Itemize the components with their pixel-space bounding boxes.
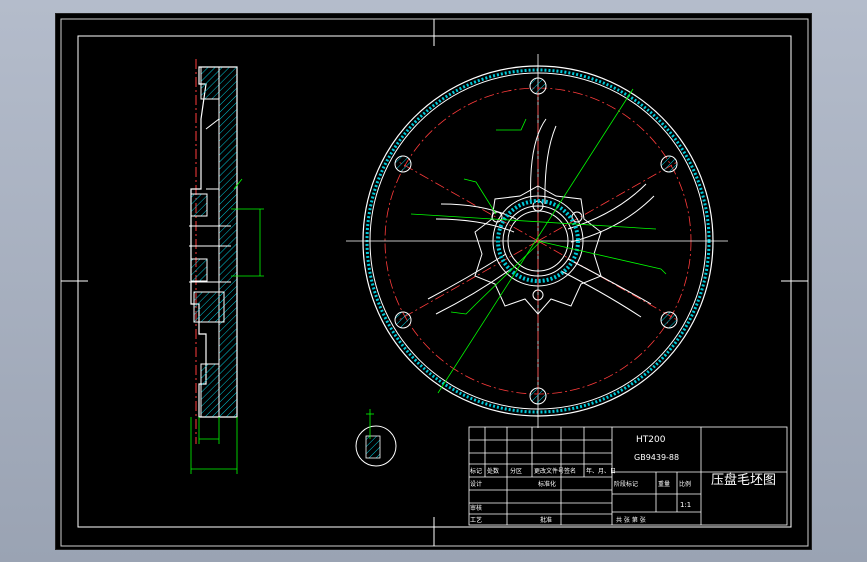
tb-standardization: 标准化 <box>538 480 556 488</box>
title-block-text: HT200 GB9439-88 压盘毛坯图 1:1 标记 处数 分区 更改文件号… <box>470 435 776 524</box>
scale-text: 1:1 <box>680 501 691 509</box>
side-section-view <box>189 59 264 474</box>
front-view <box>346 54 728 428</box>
tb-mark: 标记 <box>470 467 482 475</box>
standard-text: GB9439-88 <box>634 453 679 462</box>
tb-sheets: 共 张 第 张 <box>616 516 646 524</box>
tb-weight: 重量 <box>658 480 670 488</box>
tb-review: 审核 <box>470 504 482 512</box>
tb-ratio: 比例 <box>679 480 691 488</box>
sheet-outer-border <box>60 18 809 547</box>
tb-designer: 设计 <box>470 480 482 488</box>
tb-change-doc: 更改文件号 <box>534 467 564 475</box>
tb-count: 处数 <box>487 467 499 475</box>
tb-approve: 批准 <box>540 516 552 524</box>
tb-stage: 阶段标记 <box>614 480 638 488</box>
tb-date: 年、月、日 <box>586 467 616 475</box>
sheet-inner-border <box>77 35 792 528</box>
tb-sign: 签名 <box>564 467 576 475</box>
drawing-title: 压盘毛坯图 <box>711 472 776 488</box>
tb-zone: 分区 <box>510 467 522 475</box>
material-text: HT200 <box>636 435 666 445</box>
section-view-icon <box>355 409 397 467</box>
cad-drawing: HT200 GB9439-88 压盘毛坯图 1:1 标记 处数 分区 更改文件号… <box>60 18 809 547</box>
cad-viewport[interactable]: HT200 GB9439-88 压盘毛坯图 1:1 标记 处数 分区 更改文件号… <box>55 13 812 550</box>
tb-process: 工艺 <box>470 516 482 524</box>
